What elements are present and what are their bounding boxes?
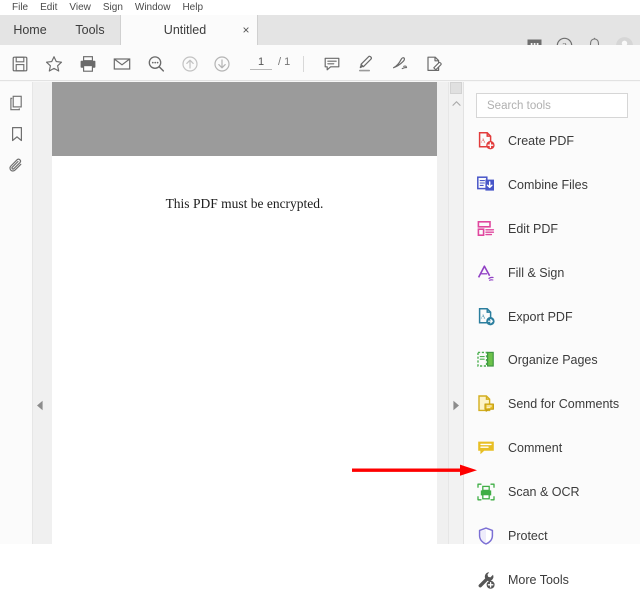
close-tab-icon[interactable]: × — [235, 15, 257, 45]
page-thumbnails-icon[interactable] — [6, 92, 28, 114]
page-top-gray-band — [52, 82, 437, 156]
pdf-page: This PDF must be encrypted. — [52, 82, 437, 544]
menu-item-file[interactable]: File — [6, 0, 34, 15]
tool-label-export-pdf: Export PDF — [508, 310, 573, 324]
page-down-icon[interactable] — [210, 52, 234, 76]
acrobat-window: File Edit View Sign Window Help Home Too… — [0, 0, 640, 589]
tool-label-edit-pdf: Edit PDF — [508, 222, 559, 236]
tool-label-protect: Protect — [508, 529, 548, 543]
tool-label-scan-ocr: Scan & OCR — [508, 485, 580, 499]
tab-home-label: Home — [13, 23, 47, 37]
main-toolbar: 1 / 1 — [0, 45, 640, 81]
fill-and-sign-icon — [476, 263, 496, 283]
scroll-up-arrow-icon[interactable] — [449, 96, 463, 110]
tool-item-protect[interactable]: Protect — [476, 521, 636, 551]
tab-strip: Home Tools Untitled × ? — [0, 15, 640, 54]
tab-home[interactable]: Home — [0, 15, 60, 45]
more-tools-icon — [476, 570, 496, 590]
tab-document-untitled[interactable]: Untitled × — [120, 15, 258, 45]
attachments-icon[interactable] — [6, 155, 28, 177]
comment-icon — [476, 438, 496, 458]
menu-item-sign[interactable]: Sign — [97, 0, 129, 15]
page-body-text: This PDF must be encrypted. — [165, 196, 324, 211]
send-for-comments-icon — [476, 394, 496, 414]
collapse-left-panel-handle[interactable] — [34, 385, 45, 425]
tool-item-comment[interactable]: Comment — [476, 433, 636, 463]
left-navigation-rail — [0, 82, 33, 544]
email-icon[interactable] — [110, 52, 134, 76]
star-icon[interactable] — [42, 52, 66, 76]
page-total-label: / 1 — [278, 56, 291, 68]
highlight-tool-icon[interactable] — [354, 52, 378, 76]
tab-tools[interactable]: Tools — [60, 15, 120, 45]
vertical-scrollbar[interactable] — [448, 82, 463, 544]
tool-label-fill-and-sign: Fill & Sign — [508, 266, 565, 280]
tab-document-label: Untitled — [163, 23, 207, 37]
tab-tools-label: Tools — [75, 23, 105, 37]
menu-item-window[interactable]: Window — [129, 0, 177, 15]
tool-item-edit-pdf[interactable]: Edit PDF — [476, 214, 636, 244]
tool-item-export-pdf[interactable]: A Export PDF — [476, 302, 636, 332]
page-up-icon[interactable] — [178, 52, 202, 76]
page-number-input[interactable]: 1 — [250, 56, 272, 70]
toolbar-separator — [303, 56, 304, 72]
print-icon[interactable] — [76, 52, 100, 76]
search-tools-box[interactable] — [476, 93, 628, 118]
comment-tool-icon[interactable] — [320, 52, 344, 76]
tool-item-scan-ocr[interactable]: Scan & OCR — [476, 477, 636, 507]
bookmarks-icon[interactable] — [6, 123, 28, 145]
sign-tool-icon[interactable] — [388, 52, 412, 76]
combine-files-icon — [476, 175, 496, 195]
tools-sidebar: A Create PDF Combine Files — [463, 82, 640, 589]
menu-item-help[interactable]: Help — [176, 0, 209, 15]
menu-bar: File Edit View Sign Window Help — [0, 0, 640, 15]
menu-item-edit[interactable]: Edit — [34, 0, 63, 15]
tool-item-more-tools[interactable]: More Tools — [476, 565, 636, 595]
organize-pages-icon — [476, 350, 496, 370]
tool-label-create-pdf: Create PDF — [508, 134, 574, 148]
expand-right-panel-handle[interactable] — [450, 385, 461, 425]
scan-ocr-icon — [476, 482, 496, 502]
stamp-tool-icon[interactable] — [422, 52, 446, 76]
svg-text:A: A — [481, 313, 486, 320]
zoom-search-icon[interactable] — [144, 52, 168, 76]
tool-item-organize-pages[interactable]: Organize Pages — [476, 345, 636, 375]
tool-item-create-pdf[interactable]: A Create PDF — [476, 126, 636, 156]
tool-label-comment: Comment — [508, 441, 563, 455]
page-gutter-left — [33, 82, 52, 544]
scrollbar-thumb[interactable] — [450, 82, 462, 94]
edit-pdf-icon — [476, 219, 496, 239]
svg-text:A: A — [481, 137, 486, 144]
export-pdf-icon: A — [476, 307, 496, 327]
tool-label-send-for-comments: Send for Comments — [508, 397, 620, 411]
tool-item-combine-files[interactable]: Combine Files — [476, 170, 636, 200]
tool-item-send-for-comments[interactable]: Send for Comments — [476, 389, 636, 419]
tool-label-more-tools: More Tools — [508, 573, 569, 587]
protect-shield-icon — [476, 526, 496, 546]
page-gutter-right — [437, 82, 448, 544]
document-viewer: This PDF must be encrypted. — [33, 82, 463, 544]
tool-label-combine-files: Combine Files — [508, 178, 588, 192]
tool-label-organize-pages: Organize Pages — [508, 353, 598, 367]
search-tools-input[interactable] — [485, 98, 627, 113]
save-icon[interactable] — [8, 52, 32, 76]
create-pdf-icon: A — [476, 131, 496, 151]
menu-item-view[interactable]: View — [63, 0, 97, 15]
page-indicator: 1 / 1 — [250, 56, 290, 70]
tool-item-fill-and-sign[interactable]: Fill & Sign — [476, 258, 636, 288]
